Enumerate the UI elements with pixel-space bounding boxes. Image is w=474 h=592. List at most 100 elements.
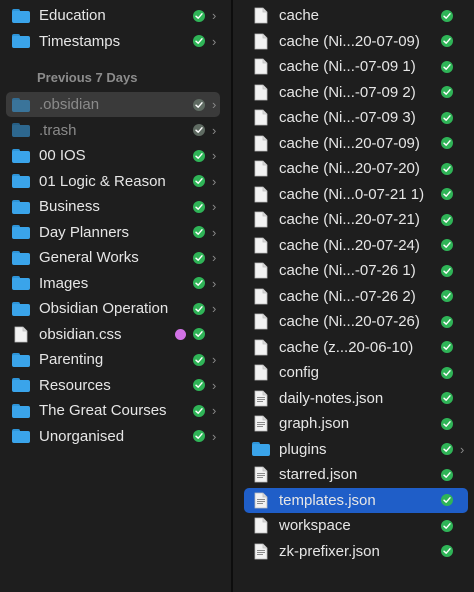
chevron-right-icon[interactable]: › xyxy=(460,443,468,456)
icloud-synced-check-icon xyxy=(441,417,453,430)
icloud-synced-check-icon xyxy=(441,468,453,481)
icloud-synced-check-icon xyxy=(441,443,453,455)
folder-row-timestamps[interactable]: Timestamps › xyxy=(6,29,220,54)
folder-row-resources[interactable]: Resources › xyxy=(6,373,220,398)
item-label: plugins xyxy=(279,440,327,458)
chevron-right-icon[interactable]: › xyxy=(212,226,220,239)
folder-row-images[interactable]: Images › xyxy=(6,271,220,296)
file-row-daily-notes-json[interactable]: daily-notes.json xyxy=(244,386,468,411)
item-label: cache (Ni...-07-26 2) xyxy=(279,287,416,305)
document-icon xyxy=(254,313,268,330)
file-row-cache-ni-20-07-09[interactable]: cache (Ni...20-07-09) xyxy=(244,29,468,54)
chevron-right-icon[interactable]: › xyxy=(212,124,220,137)
item-label: cache (z...20-06-10) xyxy=(279,338,414,356)
item-label: obsidian.css xyxy=(39,325,122,343)
chevron-right-icon[interactable]: › xyxy=(212,175,220,188)
icloud-synced-check-icon xyxy=(193,124,205,136)
item-label: Obsidian Operation xyxy=(39,300,169,317)
file-row-cache-ni-07-09-3[interactable]: cache (Ni...-07-09 3) xyxy=(244,105,468,130)
file-row-cache[interactable]: cache xyxy=(244,3,468,28)
chevron-right-icon[interactable]: › xyxy=(212,98,220,111)
item-label: cache (Ni...20-07-09) xyxy=(279,32,420,50)
chevron-right-icon[interactable]: › xyxy=(212,35,220,48)
folder-row-01-logic-reason[interactable]: 01 Logic & Reason › xyxy=(6,169,220,194)
folder-row-business[interactable]: Business › xyxy=(6,194,220,219)
file-row-cache-ni-20-07-21[interactable]: cache (Ni...20-07-21) xyxy=(244,207,468,232)
item-label: cache (Ni...20-07-09) xyxy=(279,134,420,152)
json-file-icon xyxy=(254,390,268,407)
chevron-right-icon[interactable]: › xyxy=(212,404,220,417)
file-row-starred-json[interactable]: starred.json xyxy=(244,462,468,487)
chevron-right-icon[interactable]: › xyxy=(212,149,220,162)
document-icon xyxy=(254,211,268,228)
chevron-right-icon[interactable]: › xyxy=(212,200,220,213)
chevron-right-icon[interactable]: › xyxy=(212,9,220,22)
file-row-graph-json[interactable]: graph.json xyxy=(244,411,468,436)
chevron-right-icon[interactable]: › xyxy=(212,302,220,315)
file-row-cache-ni-07-09-2[interactable]: cache (Ni...-07-09 2) xyxy=(244,80,468,105)
icloud-synced-check-icon xyxy=(441,162,453,175)
folder-icon xyxy=(12,403,30,418)
file-row-obsidian-css[interactable]: obsidian.css xyxy=(6,322,220,347)
icloud-synced-check-icon xyxy=(441,111,453,124)
icloud-synced-check-icon xyxy=(193,251,205,264)
file-row-cache-ni-20-07-26[interactable]: cache (Ni...20-07-26) xyxy=(244,309,468,334)
chevron-right-icon[interactable]: › xyxy=(212,251,220,264)
file-row-cache-ni-20-07-24[interactable]: cache (Ni...20-07-24) xyxy=(244,233,468,258)
folder-row-general-works[interactable]: General Works › xyxy=(6,245,220,270)
file-row-templates-json[interactable]: templates.json xyxy=(244,487,468,513)
folder-icon xyxy=(12,429,30,443)
folder-row-day-planners[interactable]: Day Planners › xyxy=(6,220,220,245)
folder-icon xyxy=(12,123,30,137)
item-label: cache (Ni...0-07-21 1) xyxy=(279,185,425,203)
folder-row-plugins[interactable]: plugins › xyxy=(244,437,468,462)
file-row-cache-ni-07-26-2[interactable]: cache (Ni...-07-26 2) xyxy=(244,284,468,309)
chevron-right-icon[interactable]: › xyxy=(212,379,220,392)
item-label: templates.json xyxy=(279,491,376,509)
item-label: .obsidian xyxy=(39,96,100,113)
icloud-synced-check-icon xyxy=(441,290,453,302)
document-icon xyxy=(254,135,268,152)
file-row-cache-ni-07-09-1[interactable]: cache (Ni...-07-09 1) xyxy=(244,54,468,79)
folder-icon xyxy=(12,378,30,392)
section-header-previous-7-days: Previous 7 Days xyxy=(37,70,138,85)
folder-row-the-great-courses[interactable]: The Great Courses › xyxy=(6,398,220,423)
folder-icon xyxy=(12,8,30,23)
item-label: General Works xyxy=(39,249,139,266)
chevron-right-icon[interactable]: › xyxy=(212,430,220,443)
icloud-synced-check-icon xyxy=(441,545,453,557)
folder-row-obsidian[interactable]: .obsidian › xyxy=(6,92,220,117)
folder-row-unorganised[interactable]: Unorganised › xyxy=(6,424,220,449)
icloud-synced-check-icon xyxy=(193,9,205,22)
file-row-config[interactable]: config xyxy=(244,360,468,385)
icloud-synced-check-icon xyxy=(193,200,205,213)
file-row-cache-ni-20-07-20[interactable]: cache (Ni...20-07-20) xyxy=(244,156,468,181)
document-icon xyxy=(254,517,268,534)
json-file-icon xyxy=(254,543,268,560)
icloud-synced-check-icon xyxy=(193,175,205,187)
file-row-cache-ni-07-26-1[interactable]: cache (Ni...-07-26 1) xyxy=(244,258,468,283)
item-label: The Great Courses xyxy=(39,402,167,419)
item-label: cache (Ni...20-07-24) xyxy=(279,236,420,254)
file-row-cache-z-20-06-10[interactable]: cache (z...20-06-10) xyxy=(244,335,468,360)
file-row-cache-ni-20-07-09[interactable]: cache (Ni...20-07-09) xyxy=(244,131,468,156)
item-label: graph.json xyxy=(279,415,350,432)
folder-icon xyxy=(12,250,30,265)
icloud-synced-check-icon xyxy=(441,264,453,277)
folder-row-00-ios[interactable]: 00 IOS › xyxy=(6,143,220,168)
folder-row-parenting[interactable]: Parenting › xyxy=(6,347,220,372)
folder-icon xyxy=(252,442,270,456)
chevron-right-icon[interactable]: › xyxy=(212,353,220,366)
file-row-workspace[interactable]: workspace xyxy=(244,513,468,538)
folder-row-trash[interactable]: .trash › xyxy=(6,118,220,143)
item-label: workspace xyxy=(279,517,351,534)
item-label: Images xyxy=(39,274,89,292)
folder-icon xyxy=(12,225,30,239)
file-row-zk-prefixer-json[interactable]: zk-prefixer.json xyxy=(244,539,468,564)
icloud-synced-check-icon xyxy=(193,379,205,391)
folder-row-education[interactable]: Education › xyxy=(6,3,220,28)
file-row-cache-ni-0-07-21-1[interactable]: cache (Ni...0-07-21 1) xyxy=(244,182,468,207)
chevron-right-icon[interactable]: › xyxy=(212,277,220,290)
folder-row-obsidian-operation[interactable]: Obsidian Operation › xyxy=(6,296,220,321)
icloud-synced-check-icon xyxy=(441,494,453,506)
